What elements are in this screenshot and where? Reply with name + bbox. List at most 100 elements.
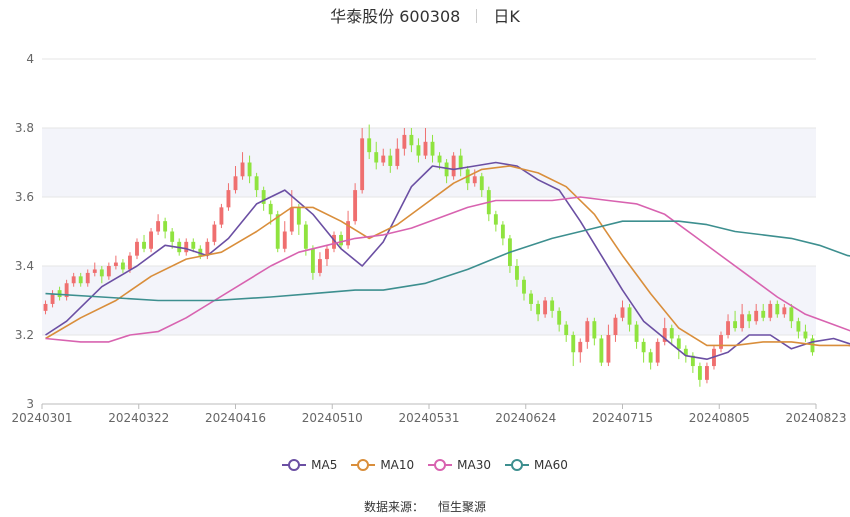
candle-body [247, 162, 252, 177]
candle-body [142, 241, 146, 249]
candle-body [416, 145, 421, 156]
candle-body [754, 310, 759, 322]
candle-body [282, 231, 287, 249]
candle-body [564, 324, 569, 335]
candle-body [648, 352, 653, 363]
candle-body [106, 266, 111, 277]
candle-body [423, 141, 428, 156]
candle-body [536, 303, 540, 315]
candle-body [303, 224, 308, 249]
candle-body [149, 231, 153, 249]
candle-body [571, 335, 576, 353]
candle-body [761, 310, 766, 318]
candle-body [268, 203, 273, 215]
candle-body [191, 241, 196, 249]
candle-body [719, 335, 723, 349]
y-tick-label: 4 [26, 52, 34, 66]
candle-body [113, 262, 118, 266]
legend-item-ma10[interactable]: MA10 [351, 458, 414, 472]
legend-item-ma5[interactable]: MA5 [282, 458, 337, 472]
candle-body [515, 266, 519, 280]
candle-body [128, 255, 132, 270]
candle-body [705, 366, 709, 380]
x-tick-label: 20240531 [398, 411, 459, 425]
y-tick-label: 3.8 [15, 121, 34, 135]
legend-label: MA10 [380, 458, 415, 472]
y-tick-label: 3 [26, 397, 34, 411]
candle-body [92, 269, 97, 273]
candle-body [747, 314, 752, 322]
legend-item-ma30[interactable]: MA30 [428, 458, 491, 472]
candle-body [388, 155, 393, 166]
candle-body [592, 321, 597, 339]
x-tick-label: 20240510 [302, 411, 363, 425]
legend-label: MA30 [457, 458, 492, 472]
candle-body [78, 276, 83, 284]
y-tick-label: 3.4 [15, 259, 34, 273]
candle-body [240, 162, 245, 177]
x-tick-label: 20240322 [108, 411, 169, 425]
candle-body [409, 134, 414, 146]
candle-body [360, 138, 365, 191]
y-axis: 3 3.2 3.4 3.6 3.8 4 [15, 52, 34, 411]
y-tick-label: 3.2 [15, 328, 34, 342]
candle-body [430, 141, 435, 156]
candle-body [733, 321, 738, 329]
legend-marker [505, 459, 530, 471]
candle-body [697, 366, 702, 380]
candle-body [219, 207, 224, 225]
grid-band [42, 128, 816, 197]
candle-body [557, 310, 562, 325]
candle-body [50, 293, 55, 304]
x-tick-label: 20240301 [11, 411, 72, 425]
candle-body [367, 138, 372, 153]
x-axis: 20240301 20240322 20240416 20240510 20240531… [11, 403, 847, 425]
candle-body [289, 207, 294, 232]
candle-body [212, 224, 217, 242]
candle-body [522, 279, 526, 294]
candle-body [472, 176, 477, 184]
candlestick-chart: 33.23.43.63.84 20240301 20240322 20240416 2… [11, 52, 850, 425]
candle-body [500, 224, 505, 239]
candle-body [669, 328, 674, 339]
candle-body [543, 300, 548, 315]
candle-body [529, 293, 533, 304]
candle-body [374, 152, 379, 163]
legend-item-ma60[interactable]: MA60 [505, 458, 568, 472]
legend: MA5 MA10 MA30 MA60 [0, 458, 850, 474]
candle-body [796, 321, 801, 332]
candle-body [599, 338, 604, 363]
y-tick-label: 3.6 [15, 190, 34, 204]
x-tick-label: 20240624 [495, 411, 556, 425]
x-tick-label: 20240823 [785, 411, 846, 425]
candle-body [676, 338, 681, 349]
candle-body [726, 321, 730, 335]
candle-body [655, 341, 660, 363]
legend-marker [428, 459, 453, 471]
candle-body [296, 207, 301, 225]
candle-body [226, 190, 231, 208]
candle-body [156, 221, 161, 232]
candle-body [740, 314, 745, 329]
candle-body [444, 162, 449, 177]
candle-body [318, 259, 322, 273]
candle-body [479, 176, 484, 191]
candle-body [381, 155, 386, 163]
x-tick-label: 20240715 [592, 411, 653, 425]
candle-body [395, 148, 400, 166]
candle-body [768, 303, 773, 318]
candle-body [789, 307, 794, 322]
candle-body [85, 272, 90, 284]
candle-body [585, 321, 590, 342]
candle-body [782, 307, 787, 315]
candle-body [620, 307, 625, 318]
candle-body [71, 276, 76, 284]
candle-body [325, 248, 329, 260]
x-tick-label: 20240416 [205, 411, 266, 425]
candle-body [634, 324, 639, 342]
candle-body [254, 176, 259, 191]
legend-label: MA60 [534, 458, 568, 472]
candle-body [170, 231, 175, 242]
candle-body [578, 341, 583, 353]
candle-body [641, 341, 646, 353]
